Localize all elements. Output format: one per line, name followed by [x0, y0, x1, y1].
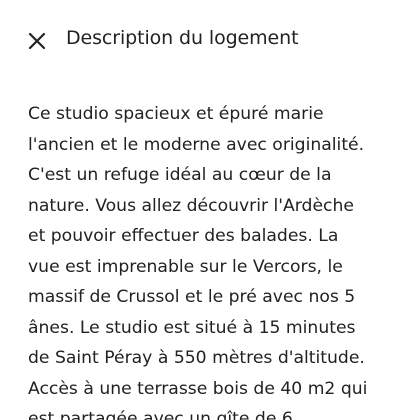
- modal-header: Description du logement: [0, 14, 420, 66]
- close-icon: [28, 32, 46, 50]
- description-line: l'ancien et le moderne avec originalité.: [28, 134, 365, 155]
- close-button[interactable]: [22, 26, 52, 56]
- description-modal: Description du logement Ce studio spacie…: [0, 0, 420, 420]
- description-line: est partagée avec un gîte de 6: [28, 409, 293, 420]
- description-line: et pouvoir effectuer des balades. La: [28, 226, 339, 246]
- description-line: Ce studio spacieux et épuré marie: [28, 104, 324, 124]
- description-line: vue est imprenable sur le Vercors, le: [28, 256, 343, 277]
- description-line: C'est un refuge idéal au cœur de la: [28, 165, 332, 185]
- description-line: massif de Crussol et le pré avec nos 5: [28, 287, 356, 307]
- listing-description: Ce studio spacieux et épuré marie l'anci…: [28, 99, 400, 420]
- description-line: Accès à une terrasse bois de 40 m2 qui: [28, 378, 368, 399]
- page-title: Description du logement: [66, 27, 299, 49]
- description-line: de Saint Péray à 550 mètres d'altitude.: [28, 348, 365, 368]
- description-line: ânes. Le studio est situé à 15 minutes: [28, 317, 356, 338]
- description-line: nature. Vous allez découvrir l'Ardèche: [28, 195, 354, 216]
